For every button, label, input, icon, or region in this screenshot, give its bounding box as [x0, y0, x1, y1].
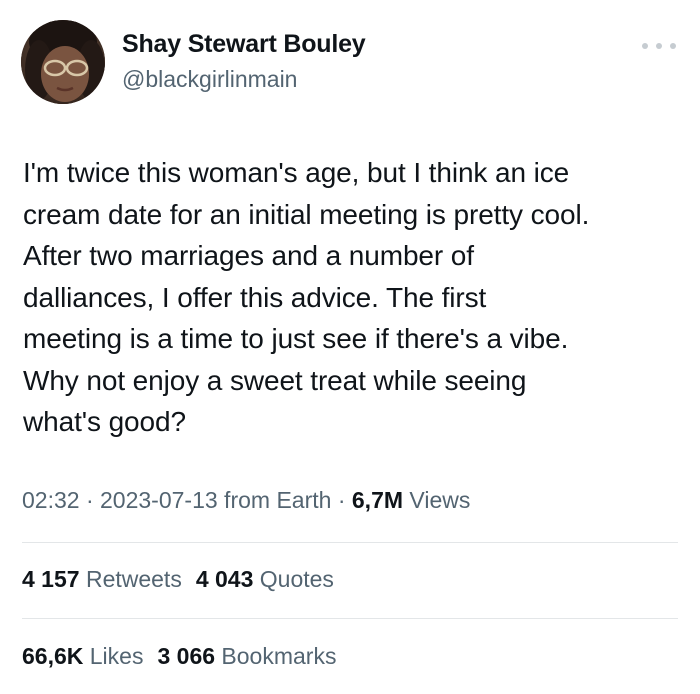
- tweet-text: I'm twice this woman's age, but I think …: [23, 152, 683, 443]
- more-options-icon[interactable]: [642, 38, 676, 54]
- likes-stat[interactable]: 66,6K Likes: [22, 643, 143, 669]
- tweet-line: Why not enjoy a sweet treat while seeing: [23, 364, 527, 396]
- retweets-stat[interactable]: 4 157 Retweets: [22, 566, 182, 592]
- tweet-line: dalliances, I offer this advice. The fir…: [23, 281, 487, 313]
- tweet-line: I'm twice this woman's age, but I think …: [23, 157, 570, 188]
- tweet-source: from Earth: [217, 487, 332, 513]
- stats-row-engagement: 66,6K Likes 3 066 Bookmarks: [22, 643, 336, 670]
- stats-row-shares: 4 157 Retweets 4 043 Quotes: [22, 566, 334, 593]
- quotes-stat[interactable]: 4 043 Quotes: [196, 566, 334, 592]
- avatar[interactable]: [21, 20, 105, 104]
- tweet-line: After two marriages and a number of: [23, 240, 474, 271]
- tweet-line: cream date for an initial meeting is pre…: [23, 198, 590, 230]
- dot: [642, 43, 648, 49]
- dot: [670, 43, 676, 49]
- likes-count: 66,6K: [22, 643, 84, 669]
- quotes-count: 4 043: [195, 566, 254, 592]
- tweet-card: Shay Stewart Bouley @blackgirlinmain I'm…: [0, 0, 700, 694]
- bookmarks-count: 3 066: [157, 643, 216, 669]
- author-name[interactable]: Shay Stewart Bouley: [122, 30, 366, 59]
- likes-label: Likes: [83, 643, 144, 669]
- meta-separator: ·: [331, 487, 352, 513]
- tweet-time[interactable]: 02:32: [22, 487, 80, 513]
- dot: [656, 43, 662, 49]
- meta-separator: ·: [79, 487, 101, 513]
- tweet-line: what's good?: [23, 406, 186, 437]
- divider: [22, 542, 678, 543]
- tweet-date[interactable]: 2023-07-13: [100, 487, 218, 513]
- retweets-count: 4 157: [22, 566, 80, 592]
- views-count: 6,7M: [351, 487, 404, 513]
- views-label: Views: [403, 487, 471, 513]
- quotes-label: Quotes: [253, 566, 334, 592]
- bookmarks-stat[interactable]: 3 066 Bookmarks: [157, 643, 336, 669]
- bookmarks-label: Bookmarks: [215, 643, 337, 669]
- avatar-image: [21, 20, 105, 104]
- divider: [22, 618, 678, 619]
- tweet-meta: 02:32 · 2023-07-13 from Earth · 6,7M Vie…: [22, 487, 470, 514]
- tweet-line: meeting is a time to just see if there's…: [23, 323, 569, 354]
- retweets-label: Retweets: [79, 566, 182, 592]
- author-handle[interactable]: @blackgirlinmain: [122, 66, 297, 93]
